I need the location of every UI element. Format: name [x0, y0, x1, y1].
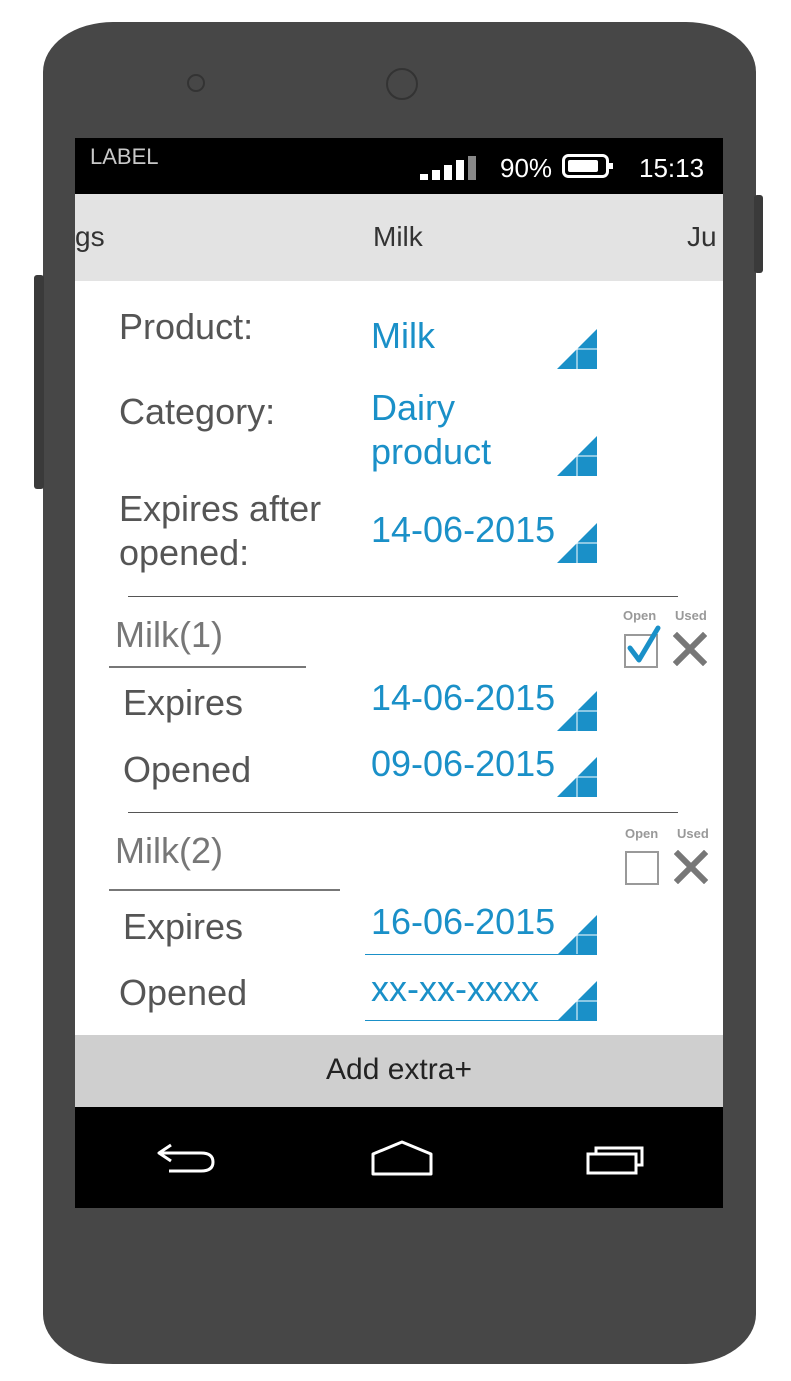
- expires-after-label-line1: Expires after: [119, 488, 322, 529]
- expires-select[interactable]: 14-06-2015: [371, 676, 555, 720]
- sensor-icon: [187, 74, 205, 92]
- dropdown-triangle-icon[interactable]: [557, 436, 597, 476]
- open-label: Open: [625, 826, 659, 841]
- tab-next[interactable]: Ju: [687, 221, 717, 253]
- dropdown-triangle-icon[interactable]: [557, 329, 597, 369]
- nav-bar: [75, 1107, 723, 1208]
- expires-label: Expires: [123, 682, 244, 723]
- dropdown-triangle-icon[interactable]: [557, 915, 597, 955]
- open-checkbox[interactable]: [625, 851, 659, 885]
- tab-milk[interactable]: Milk: [373, 221, 423, 253]
- expires-after-select[interactable]: 14-06-2015: [371, 508, 555, 552]
- used-label: Used: [675, 608, 707, 623]
- opened-input[interactable]: xx-xx-xxxx: [371, 967, 539, 1011]
- product-label: Product:: [119, 306, 254, 347]
- volume-button: [34, 275, 44, 489]
- dropdown-triangle-icon[interactable]: [557, 691, 597, 731]
- item-title[interactable]: Milk(2): [115, 830, 223, 872]
- item-title-underline: [109, 666, 306, 668]
- category-select-line2[interactable]: product: [371, 430, 491, 474]
- back-icon[interactable]: [155, 1141, 217, 1175]
- battery-percent: 90%: [500, 153, 553, 183]
- divider: [128, 812, 678, 813]
- product-select[interactable]: Milk: [371, 314, 435, 358]
- home-icon[interactable]: [371, 1140, 433, 1176]
- close-icon[interactable]: [673, 632, 707, 666]
- tab-previous[interactable]: gs: [75, 221, 105, 253]
- divider: [128, 596, 678, 597]
- check-icon: [627, 625, 661, 663]
- status-bar: LABEL 90% 15:13: [75, 138, 723, 194]
- screen: LABEL 90% 15:13 gs Milk Ju Product: Milk…: [75, 138, 723, 1208]
- item-title[interactable]: Milk(1): [115, 614, 223, 656]
- expires-after-label-line2: opened:: [119, 532, 250, 573]
- category-select-line1[interactable]: Dairy: [371, 386, 455, 430]
- status-time: 15:13: [639, 153, 705, 183]
- camera-icon: [386, 68, 418, 100]
- item-title-underline: [109, 889, 340, 891]
- category-label: Category:: [119, 391, 276, 432]
- battery-icon: [562, 154, 613, 178]
- dropdown-triangle-icon[interactable]: [557, 523, 597, 563]
- opened-select[interactable]: 09-06-2015: [371, 742, 555, 786]
- opened-label: Opened: [123, 749, 252, 790]
- tab-bar: gs Milk Ju: [75, 194, 723, 281]
- recents-icon[interactable]: [586, 1141, 648, 1175]
- close-icon[interactable]: [674, 850, 708, 884]
- used-label: Used: [677, 826, 709, 841]
- expires-label: Expires: [123, 906, 244, 947]
- open-label: Open: [623, 608, 657, 623]
- opened-label: Opened: [119, 972, 248, 1013]
- input-underline: [365, 954, 597, 955]
- signal-icon: [420, 154, 480, 180]
- add-extra-button[interactable]: Add extra+: [75, 1035, 723, 1107]
- power-button: [754, 195, 763, 273]
- input-underline: [365, 1020, 597, 1021]
- expires-input[interactable]: 16-06-2015: [371, 900, 555, 944]
- status-label: LABEL: [90, 144, 159, 169]
- dropdown-triangle-icon[interactable]: [557, 757, 597, 797]
- add-extra-label: Add extra+: [326, 1053, 472, 1086]
- dropdown-triangle-icon[interactable]: [557, 981, 597, 1021]
